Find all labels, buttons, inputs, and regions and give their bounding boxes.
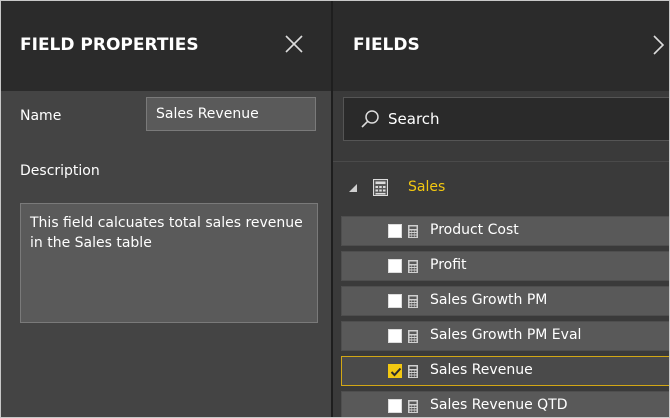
calculator-icon	[408, 295, 418, 308]
field-checkbox[interactable]	[388, 294, 402, 308]
field-label: Sales Revenue QTD	[430, 397, 568, 413]
field-label: Product Cost	[430, 222, 519, 238]
calculator-icon	[408, 400, 418, 413]
field-label: Sales Revenue	[430, 362, 533, 378]
search-separator	[333, 161, 669, 162]
table-icon	[373, 179, 388, 196]
field-label: Sales Growth PM Eval	[430, 327, 582, 343]
name-field[interactable]: Sales Revenue	[146, 97, 316, 131]
field-label: Profit	[430, 257, 467, 273]
field-item-product-cost[interactable]: Product Cost	[341, 216, 669, 246]
field-checkbox[interactable]	[388, 329, 402, 343]
field-checkbox[interactable]	[388, 259, 402, 273]
checkmark-icon	[390, 367, 402, 377]
field-item-sales-growth-pm[interactable]: Sales Growth PM	[341, 286, 669, 316]
search-input[interactable]	[388, 104, 668, 134]
field-properties-header: FIELD PROPERTIES	[1, 1, 331, 91]
fields-header: FIELDS	[333, 1, 669, 91]
calculator-icon	[408, 225, 418, 238]
search-box[interactable]	[343, 97, 669, 141]
field-properties-title: FIELD PROPERTIES	[20, 35, 199, 55]
expand-triangle-icon[interactable]	[349, 184, 357, 192]
field-label: Sales Growth PM	[430, 292, 548, 308]
app-frame: FIELD PROPERTIES Name Sales Revenue Desc…	[0, 0, 670, 418]
field-item-sales-revenue[interactable]: Sales Revenue	[341, 356, 669, 386]
chevron-right-icon[interactable]	[651, 34, 665, 56]
field-properties-pane: FIELD PROPERTIES Name Sales Revenue Desc…	[1, 1, 331, 417]
fields-pane: FIELDS Search Sales Product Cost Profit …	[333, 1, 669, 417]
search-icon	[361, 110, 379, 128]
field-checkbox-checked[interactable]	[388, 364, 402, 378]
description-field[interactable]: This field calcuates total sales revenue…	[20, 203, 318, 323]
name-label: Name	[20, 108, 62, 124]
group-label: Sales	[408, 179, 446, 195]
field-checkbox[interactable]	[388, 224, 402, 238]
description-label: Description	[20, 163, 100, 179]
calculator-icon	[408, 365, 418, 378]
field-item-sales-revenue-qtd[interactable]: Sales Revenue QTD	[341, 391, 669, 417]
field-item-profit[interactable]: Profit	[341, 251, 669, 281]
fields-title: FIELDS	[353, 35, 420, 55]
field-checkbox[interactable]	[388, 399, 402, 413]
close-icon[interactable]	[283, 33, 305, 55]
calculator-icon	[408, 260, 418, 273]
table-group-sales[interactable]: Sales	[333, 173, 669, 203]
field-item-sales-growth-pm-eval[interactable]: Sales Growth PM Eval	[341, 321, 669, 351]
calculator-icon	[408, 330, 418, 343]
